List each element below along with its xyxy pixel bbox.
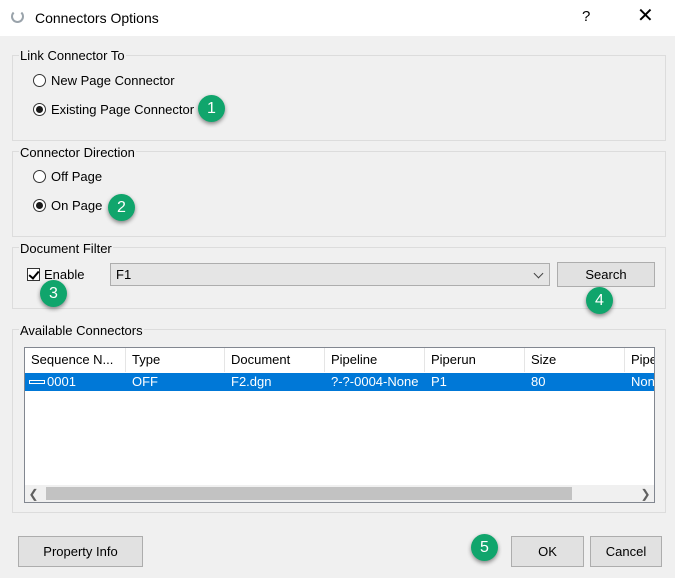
search-button-label: Search xyxy=(585,267,627,282)
cell-type: OFF xyxy=(132,374,158,389)
document-filter-value: F1 xyxy=(116,267,132,282)
radio-circle xyxy=(33,170,46,183)
cell-size: 80 xyxy=(531,374,546,389)
radio-circle-checked xyxy=(33,103,46,116)
cell-piperun: P1 xyxy=(431,374,447,389)
column-header-sequence[interactable]: Sequence N... xyxy=(25,348,126,372)
connectors-list[interactable]: Sequence N... Type Document Pipeline Pip… xyxy=(24,347,655,503)
connector-direction-group xyxy=(12,151,666,237)
available-connectors-legend: Available Connectors xyxy=(19,323,144,338)
new-page-connector-label: New Page Connector xyxy=(51,73,175,88)
cancel-button-label: Cancel xyxy=(605,544,647,559)
on-page-radio[interactable]: On Page xyxy=(33,198,102,213)
document-filter-dropdown[interactable]: F1 xyxy=(110,263,550,286)
chevron-down-icon xyxy=(533,268,544,279)
scroll-right-icon[interactable]: ❯ xyxy=(637,485,654,502)
property-info-label: Property Info xyxy=(43,544,118,559)
column-header-pipe[interactable]: Pipe xyxy=(625,348,654,372)
close-button[interactable]: ✕ xyxy=(637,6,654,26)
column-header-piperun[interactable]: Piperun xyxy=(425,348,525,372)
column-header-document[interactable]: Document xyxy=(225,348,325,372)
off-page-radio[interactable]: Off Page xyxy=(33,169,102,184)
callout-2: 2 xyxy=(108,194,135,221)
checkbox-box xyxy=(27,268,40,281)
property-info-button[interactable]: Property Info xyxy=(18,536,143,567)
cancel-button[interactable]: Cancel xyxy=(590,536,662,567)
table-row[interactable]: 0001 OFF F2.dgn ?-?-0004-None P1 80 Non xyxy=(25,373,655,391)
app-icon xyxy=(11,10,24,23)
callout-4: 4 xyxy=(586,287,613,314)
connector-direction-legend: Connector Direction xyxy=(19,145,136,160)
ok-button-label: OK xyxy=(538,544,557,559)
cell-pipe: Non xyxy=(631,374,655,389)
callout-1: 1 xyxy=(198,95,225,122)
cell-pipeline: ?-?-0004-None xyxy=(331,374,419,389)
help-button[interactable]: ? xyxy=(582,8,590,25)
column-header-pipeline[interactable]: Pipeline xyxy=(325,348,425,372)
ok-button[interactable]: OK xyxy=(511,536,584,567)
on-page-label: On Page xyxy=(51,198,103,213)
horizontal-scrollbar[interactable]: ❮ ❯ xyxy=(25,485,654,502)
list-header: Sequence N... Type Document Pipeline Pip… xyxy=(25,348,654,372)
off-page-label: Off Page xyxy=(51,169,103,184)
callout-5: 5 xyxy=(471,534,498,561)
new-page-connector-radio[interactable]: New Page Connector xyxy=(33,73,175,88)
window-title: Connectors Options xyxy=(35,10,159,26)
cell-document: F2.dgn xyxy=(231,374,272,389)
title-bar: Connectors Options ? ✕ xyxy=(0,0,675,36)
link-connector-group xyxy=(12,55,666,141)
callout-3: 3 xyxy=(40,280,67,307)
radio-circle-checked xyxy=(33,199,46,212)
search-button[interactable]: Search xyxy=(557,262,655,287)
scrollbar-thumb[interactable] xyxy=(46,487,572,500)
document-filter-legend: Document Filter xyxy=(19,241,113,256)
existing-page-connector-radio[interactable]: Existing Page Connector xyxy=(33,102,194,117)
existing-page-connector-label: Existing Page Connector xyxy=(51,102,195,117)
link-connector-legend: Link Connector To xyxy=(19,48,126,63)
column-header-size[interactable]: Size xyxy=(525,348,625,372)
radio-circle xyxy=(33,74,46,87)
column-header-type[interactable]: Type xyxy=(126,348,225,372)
cell-sequence: 0001 xyxy=(47,374,76,389)
scroll-left-icon[interactable]: ❮ xyxy=(25,485,42,502)
